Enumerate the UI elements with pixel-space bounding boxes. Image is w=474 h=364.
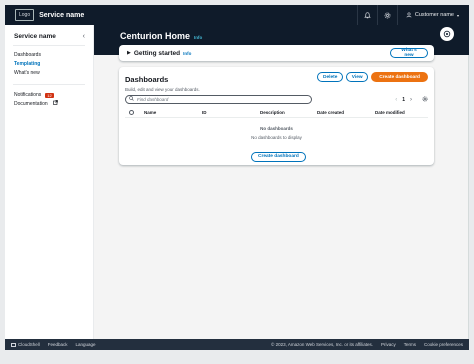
sidebar-item-notifications[interactable]: Notifications 12	[14, 91, 84, 100]
feedback-link[interactable]: Feedback	[48, 342, 68, 347]
side-nav-title[interactable]: Service name	[14, 33, 56, 40]
column-header-date-created[interactable]: Date created	[317, 110, 344, 115]
gear-icon[interactable]	[376, 5, 397, 25]
delete-button[interactable]: Delete	[317, 72, 344, 82]
language-link[interactable]: Language	[76, 342, 96, 347]
copyright-text: © 2023, Amazon Web Services, Inc. or its…	[271, 342, 373, 347]
side-navigation: Service name ‹ Dashboards Templating Wha…	[5, 25, 94, 339]
chevron-right-icon[interactable]: ›	[410, 97, 412, 103]
search-input[interactable]: Find dashboard	[125, 95, 312, 104]
select-all-radio[interactable]	[129, 110, 134, 115]
whats-new-button[interactable]: What's new	[390, 48, 428, 58]
documentation-label: Documentation	[14, 101, 48, 107]
cloudshell-label: CloudShell	[18, 342, 40, 347]
column-header-name[interactable]: Name	[144, 110, 156, 115]
logo[interactable]: Logo	[15, 9, 35, 21]
divider	[13, 84, 85, 85]
chevron-left-icon[interactable]: ‹	[395, 97, 397, 103]
column-header-id[interactable]: ID	[202, 110, 207, 115]
user-name: Customer name	[414, 12, 454, 18]
dashboards-title: Dashboards	[125, 75, 169, 84]
sidebar-item-documentation[interactable]: Documentation	[14, 100, 84, 109]
privacy-link[interactable]: Privacy	[381, 342, 396, 347]
footer-left: CloudShell Feedback Language	[11, 342, 96, 347]
side-nav-header: Service name ‹	[5, 25, 93, 41]
empty-state-action: Create dashboard	[251, 144, 306, 162]
cookie-preferences-link[interactable]: Cookie preferences	[424, 342, 463, 347]
empty-state-description: No dashboards to display	[251, 135, 302, 140]
notifications-badge: 12	[45, 93, 54, 98]
notifications-label: Notifications	[14, 92, 42, 98]
page-number[interactable]: 1	[402, 97, 405, 103]
dashboards-actions: Delete View Create dashboard	[317, 72, 428, 82]
search-icon	[129, 96, 134, 103]
empty-create-dashboard-button[interactable]: Create dashboard	[251, 151, 306, 162]
terminal-icon	[11, 342, 16, 347]
dashboards-description: Build, edit and view your dashboards.	[125, 87, 200, 92]
getting-started-panel[interactable]: ▶ Getting started Info What's new	[119, 45, 434, 61]
sidebar-item-whats-new[interactable]: What's new	[14, 69, 84, 78]
external-link-icon	[52, 100, 58, 109]
footer-right: © 2023, Amazon Web Services, Inc. or its…	[271, 342, 463, 347]
user-icon	[406, 12, 412, 18]
page-title: Centurion Home Info	[120, 31, 202, 41]
getting-started-title[interactable]: Getting started	[134, 50, 180, 57]
view-button[interactable]: View	[346, 72, 369, 82]
page-title-text: Centurion Home	[120, 31, 191, 41]
help-icon[interactable]	[440, 27, 454, 41]
console-footer: CloudShell Feedback Language © 2023, Ama…	[5, 339, 469, 350]
caret-right-icon[interactable]: ▶	[127, 50, 131, 56]
side-nav-bottom: Notifications 12 Documentation	[5, 91, 93, 109]
top-navigation: Logo Service name Customer name ▾	[5, 5, 469, 25]
close-icon[interactable]: ‹	[83, 33, 85, 40]
dashboards-container: Dashboards Build, edit and view your das…	[119, 67, 434, 165]
cloudshell-link[interactable]: CloudShell	[11, 342, 40, 347]
getting-started-info-link[interactable]: Info	[183, 51, 191, 56]
sidebar-item-dashboards[interactable]: Dashboards	[14, 51, 84, 60]
chevron-down-icon: ▾	[456, 12, 459, 18]
sidebar-item-templating[interactable]: Templating	[14, 60, 84, 69]
terms-link[interactable]: Terms	[404, 342, 416, 347]
empty-state-title: No dashboards	[260, 126, 293, 131]
service-name[interactable]: Service name	[39, 12, 84, 19]
side-nav-links: Dashboards Templating What's new	[5, 46, 93, 78]
table-header: Name ID Description Date created Date mo…	[125, 108, 428, 118]
gear-icon[interactable]	[422, 96, 428, 104]
user-menu[interactable]: Customer name ▾	[396, 5, 469, 25]
bell-icon[interactable]	[356, 5, 377, 25]
create-dashboard-button[interactable]: Create dashboard	[371, 72, 428, 82]
search-placeholder: Find dashboard	[137, 97, 169, 102]
column-header-date-modified[interactable]: Date modified	[375, 110, 405, 115]
column-header-description[interactable]: Description	[260, 110, 285, 115]
pagination: ‹ 1 ›	[395, 96, 428, 104]
nav-utilities: Customer name ▾	[356, 5, 469, 25]
page-info-link[interactable]: Info	[194, 35, 202, 40]
